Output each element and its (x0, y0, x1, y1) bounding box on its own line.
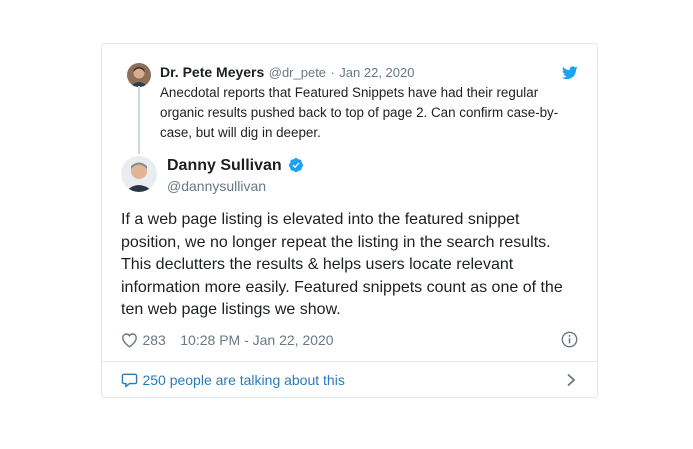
quoted-author-name[interactable]: Dr. Pete Meyers (160, 64, 264, 80)
tweet-meta: 283 10:28 PM - Jan 22, 2020 (121, 332, 334, 353)
author-name[interactable]: Danny Sullivan (167, 157, 282, 174)
verified-badge-icon (288, 157, 304, 178)
conversation-link[interactable]: 250 people are talking about this (121, 372, 345, 393)
thread-connector (138, 86, 140, 154)
author-avatar[interactable] (121, 156, 157, 192)
author-name-row: Danny Sullivan (167, 157, 304, 178)
quoted-date[interactable]: Jan 22, 2020 (339, 65, 414, 80)
like-count[interactable]: 283 (142, 332, 165, 348)
conversation-text[interactable]: 250 people are talking about this (142, 372, 344, 388)
chevron-right-icon[interactable] (565, 373, 577, 387)
twitter-bird-icon[interactable] (561, 66, 578, 80)
quoted-separator: · (330, 65, 335, 80)
quoted-author-avatar[interactable] (127, 63, 151, 87)
comment-icon (121, 372, 138, 393)
quoted-author-handle[interactable]: @dr_pete (269, 65, 326, 80)
tweet-text: If a web page listing is elevated into t… (121, 211, 563, 318)
quoted-tweet-text: Anecdotal reports that Featured Snippets… (160, 85, 559, 140)
author-handle[interactable]: @dannysullivan (167, 178, 266, 194)
quoted-tweet-header: Dr. Pete Meyers @dr_pete · Jan 22, 2020 (160, 64, 414, 82)
heart-icon[interactable] (121, 332, 138, 353)
tweet-timestamp[interactable]: 10:28 PM - Jan 22, 2020 (180, 332, 333, 348)
info-icon[interactable] (561, 331, 578, 348)
footer-divider (102, 361, 597, 362)
